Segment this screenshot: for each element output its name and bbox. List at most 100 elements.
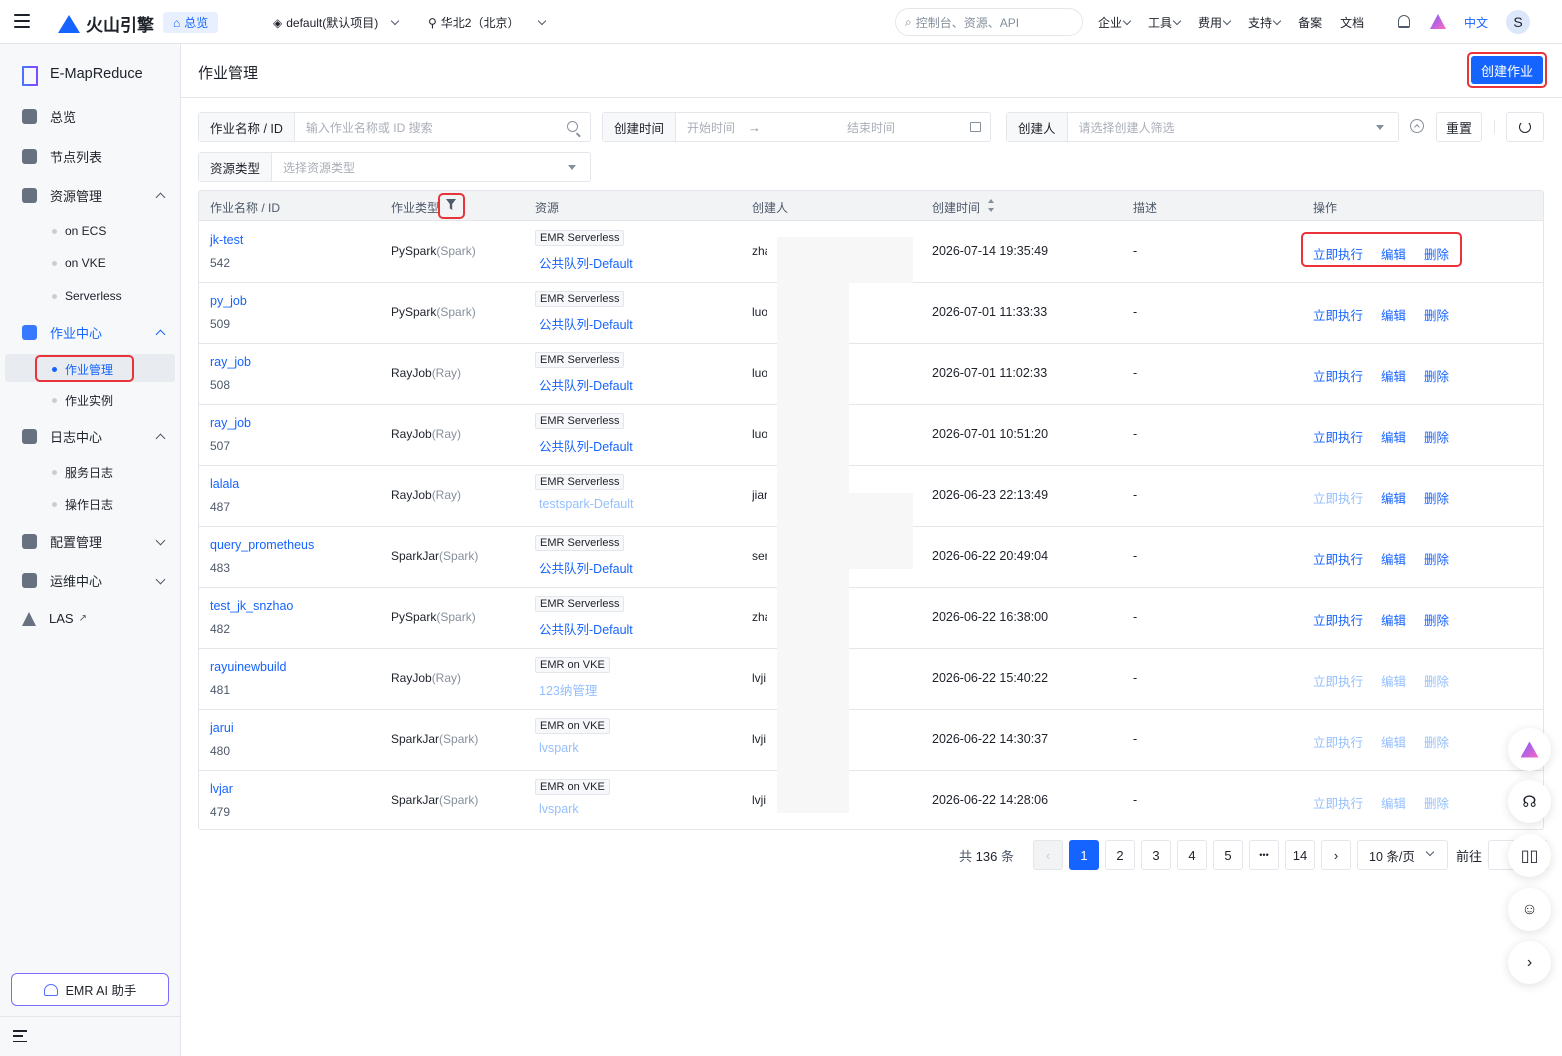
job-name-link[interactable]: test_jk_snzhao [210,599,293,613]
delete-button[interactable]: 删除 [1424,793,1449,812]
resource-link[interactable]: 公共队列-Default [539,436,633,455]
global-search-input[interactable]: ⌕ 控制台、资源、API [895,8,1083,36]
page-ellipsis[interactable]: ••• [1249,840,1279,870]
resource-link[interactable]: 123纳管理 [539,680,597,699]
collapse-filters-icon[interactable] [1410,119,1424,133]
region-selector[interactable]: ⚲ 华北2（北京） [428,14,547,31]
overview-button[interactable]: ⌂ 总览 [163,12,219,33]
delete-button[interactable]: 删除 [1424,305,1449,324]
creator-select[interactable]: 请选择创建人筛选 [1068,119,1175,136]
reset-button[interactable]: 重置 [1436,112,1482,142]
sidebar-sub-job-instances[interactable]: 作业实例 [52,392,113,409]
sidebar-item-config[interactable]: 配置管理 [22,532,170,551]
collapse-sidebar-icon[interactable] [13,1030,27,1042]
create-job-button[interactable]: 创建作业 [1471,56,1543,84]
sidebar-sub-serverless[interactable]: Serverless [52,289,122,303]
page-14[interactable]: 14 [1285,840,1315,870]
resource-link[interactable]: 公共队列-Default [539,558,633,577]
page-5[interactable]: 5 [1213,840,1243,870]
delete-button[interactable]: 删除 [1424,549,1449,568]
run-now-button[interactable]: 立即执行 [1313,732,1363,751]
resource-link[interactable]: 公共队列-Default [539,375,633,394]
run-now-button[interactable]: 立即执行 [1313,305,1363,324]
resource-link[interactable]: testspark-Default [539,497,633,511]
run-now-button[interactable]: 立即执行 [1313,793,1363,812]
sidebar-item-job-center[interactable]: 作业中心 [22,323,170,342]
run-now-button[interactable]: 立即执行 [1313,549,1363,568]
next-page-button[interactable]: › [1321,840,1351,870]
job-name-link[interactable]: jk-test [210,233,243,247]
feedback-float-button[interactable]: ☺ [1508,888,1551,931]
docs-float-button[interactable]: ▯▯ [1508,834,1551,877]
job-name-link[interactable]: jarui [210,721,234,735]
page-3[interactable]: 3 [1141,840,1171,870]
prev-page-button[interactable]: ‹ [1033,840,1063,870]
resource-type-filter[interactable]: 资源类型 选择资源类型 [198,152,591,182]
delete-button[interactable]: 删除 [1424,366,1449,385]
ai-logo-icon[interactable] [1430,14,1446,29]
sidebar-sub-on-ecs[interactable]: on ECS [52,224,106,238]
page-1[interactable]: 1 [1069,840,1099,870]
edit-button[interactable]: 编辑 [1381,793,1406,812]
calendar-icon[interactable] [970,122,981,132]
avatar[interactable]: S [1506,10,1530,34]
edit-button[interactable]: 编辑 [1381,366,1406,385]
resource-link[interactable]: 公共队列-Default [539,314,633,333]
brand[interactable]: 火山引擎 [58,11,154,36]
edit-button[interactable]: 编辑 [1381,732,1406,751]
job-name-search-input[interactable]: 输入作业名称或 ID 搜索 [295,119,433,136]
delete-button[interactable]: 删除 [1424,427,1449,446]
sidebar-item-ops[interactable]: 运维中心 [22,571,170,590]
sidebar-sub-operation-logs[interactable]: 操作日志 [52,496,113,513]
resource-link[interactable]: 公共队列-Default [539,253,633,272]
sidebar-item-nodes[interactable]: 节点列表 [22,147,170,166]
resource-type-select[interactable]: 选择资源类型 [272,159,355,176]
resource-link[interactable]: lvspark [539,741,579,755]
edit-button[interactable]: 编辑 [1381,549,1406,568]
sidebar-item-las[interactable]: LAS ↗ [22,611,170,626]
sidebar-item-overview[interactable]: 总览 [22,107,170,126]
end-time-input[interactable]: 结束时间 [836,119,895,136]
edit-button[interactable]: 编辑 [1381,305,1406,324]
run-now-button[interactable]: 立即执行 [1313,427,1363,446]
job-name-link[interactable]: lalala [210,477,239,491]
refresh-button[interactable] [1506,112,1544,142]
creator-filter[interactable]: 创建人 请选择创建人筛选 [1006,112,1399,142]
page-2[interactable]: 2 [1105,840,1135,870]
menu-docs[interactable]: 文档 [1340,14,1364,31]
menu-support[interactable]: 支持 [1248,14,1282,31]
support-float-button[interactable]: ☊ [1508,780,1551,823]
edit-button[interactable]: 编辑 [1381,488,1406,507]
sidebar-sub-service-logs[interactable]: 服务日志 [52,464,113,481]
delete-button[interactable]: 删除 [1424,610,1449,629]
sidebar-sub-on-vke[interactable]: on VKE [52,256,106,270]
run-now-button[interactable]: 立即执行 [1313,488,1363,507]
project-selector[interactable]: ◈ default(默认项目) [273,14,400,31]
edit-button[interactable]: 编辑 [1381,671,1406,690]
edit-button[interactable]: 编辑 [1381,427,1406,446]
delete-button[interactable]: 删除 [1424,488,1449,507]
menu-billing[interactable]: 费用 [1198,14,1232,31]
job-name-link[interactable]: py_job [210,294,247,308]
run-now-button[interactable]: 立即执行 [1313,610,1363,629]
sort-icon[interactable] [988,199,995,212]
menu-tools[interactable]: 工具 [1148,14,1182,31]
delete-button[interactable]: 删除 [1424,732,1449,751]
job-name-link[interactable]: ray_job [210,416,251,430]
page-4[interactable]: 4 [1177,840,1207,870]
emr-ai-assistant-button[interactable]: EMR AI 助手 [11,973,169,1006]
bell-icon[interactable] [1398,15,1410,28]
run-now-button[interactable]: 立即执行 [1313,366,1363,385]
sidebar-item-resources[interactable]: 资源管理 [22,186,170,205]
sidebar-item-logs[interactable]: 日志中心 [22,427,170,446]
search-icon[interactable] [567,121,578,132]
start-time-input[interactable]: 开始时间 [676,119,806,136]
edit-button[interactable]: 编辑 [1381,610,1406,629]
job-name-link[interactable]: rayuinewbuild [210,660,286,674]
ai-float-button[interactable] [1508,728,1551,771]
run-now-button[interactable]: 立即执行 [1313,671,1363,690]
job-name-link[interactable]: query_prometheus [210,538,314,552]
page-size-select[interactable]: 10 条/页 [1357,840,1448,870]
expand-float-button[interactable]: › [1508,941,1551,984]
resource-link[interactable]: lvspark [539,802,579,816]
